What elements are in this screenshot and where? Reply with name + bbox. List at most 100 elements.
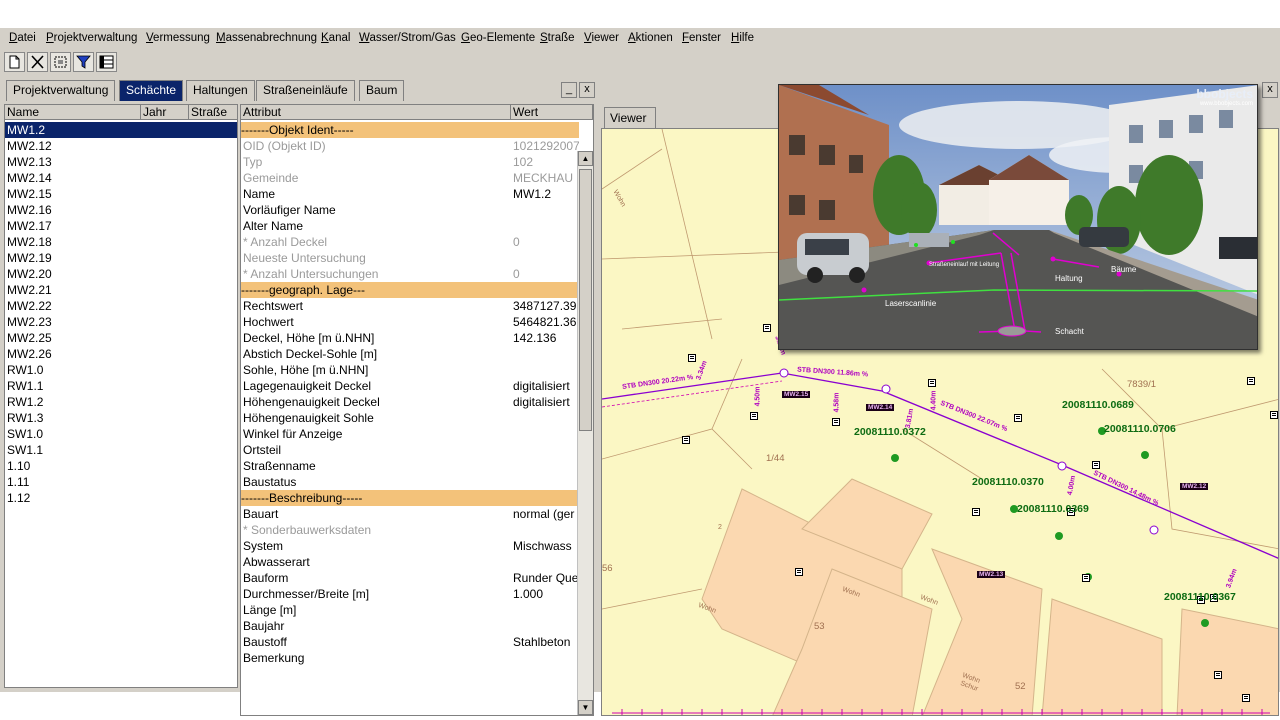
attribute-row[interactable]: Durchmesser/Breite [m] 1.000 <box>241 586 579 602</box>
list-item[interactable]: SW1.1 <box>5 442 237 458</box>
list-item[interactable]: MW2.23 <box>5 314 237 330</box>
tab-schaechte[interactable]: Schächte <box>119 80 184 101</box>
building-icon[interactable] <box>688 354 696 362</box>
attribute-row[interactable]: Bauform Runder Que <box>241 570 579 586</box>
menu-wasser-strom-gas[interactable]: Wasser/Strom/Gas <box>359 32 456 44</box>
attribute-row[interactable]: Höhengenauigkeit Sohle <box>241 410 579 426</box>
attribute-row[interactable]: Länge [m] <box>241 602 579 618</box>
building-icon[interactable] <box>832 418 840 426</box>
attribute-row[interactable]: Gemeinde MECKHAU <box>241 170 579 186</box>
attribute-row[interactable]: System Mischwass <box>241 538 579 554</box>
mw-tag[interactable]: MW2.14 <box>866 404 895 411</box>
building-icon[interactable] <box>763 324 771 332</box>
list-item[interactable]: MW2.22 <box>5 298 237 314</box>
building-icon[interactable] <box>1092 461 1100 469</box>
building-icon[interactable] <box>750 412 758 420</box>
tab-baum[interactable]: Baum <box>359 80 405 101</box>
menu-massenabrechnung[interactable]: Massenabrechnung <box>216 32 317 44</box>
menu-strasse[interactable]: Straße <box>540 32 575 44</box>
attribute-row[interactable]: OID (Objekt ID) 1021292007 <box>241 138 579 154</box>
attribute-row[interactable]: Vorläufiger Name <box>241 202 579 218</box>
building-icon[interactable] <box>682 436 690 444</box>
list-item[interactable]: 1.11 <box>5 474 237 490</box>
attribute-row[interactable]: Neueste Untersuchung <box>241 250 579 266</box>
scroll-thumb[interactable] <box>579 169 592 431</box>
panel-close-button[interactable]: x <box>579 82 595 98</box>
attribute-row[interactable]: Deckel, Höhe [m ü.NHN] 142.136 <box>241 330 579 346</box>
table-icon[interactable] <box>96 52 117 72</box>
list-item[interactable]: MW2.18 <box>5 234 237 250</box>
attribute-row[interactable]: Rechtswert 3487127.39 <box>241 298 579 314</box>
menu-aktionen[interactable]: Aktionen <box>628 32 673 44</box>
column-header-jahr[interactable]: Jahr <box>141 105 189 120</box>
building-icon[interactable] <box>1082 574 1090 582</box>
list-item[interactable]: RW1.0 <box>5 362 237 378</box>
attribute-row[interactable]: Baustatus <box>241 474 579 490</box>
attribute-row[interactable]: Straßenname <box>241 458 579 474</box>
attribute-row[interactable]: * Sonderbauwerksdaten <box>241 522 579 538</box>
list-item[interactable]: MW2.26 <box>5 346 237 362</box>
attribute-row[interactable]: Hochwert 5464821.36 <box>241 314 579 330</box>
list-item[interactable]: MW2.12 <box>5 138 237 154</box>
tab-strasseneinlaeufe[interactable]: Straßeneinläufe <box>256 80 355 101</box>
attribute-row[interactable]: Bemerkung <box>241 650 579 666</box>
column-header-strasse[interactable]: Straße <box>189 105 237 120</box>
panel-minimize-button[interactable]: _ <box>561 82 577 98</box>
attribute-row[interactable]: Höhengenauigkeit Deckel digitalisiert <box>241 394 579 410</box>
menu-vermessung[interactable]: Vermessung <box>146 32 210 44</box>
column-header-name[interactable]: Name <box>5 105 141 120</box>
list-item[interactable]: 1.12 <box>5 490 237 506</box>
attribute-section-header[interactable]: -------Beschreibung----- <box>241 490 579 506</box>
list-item[interactable]: SW1.0 <box>5 426 237 442</box>
menu-viewer[interactable]: Viewer <box>584 32 619 44</box>
list-item[interactable]: RW1.3 <box>5 410 237 426</box>
list-item[interactable]: MW1.2 <box>5 122 237 138</box>
building-icon[interactable] <box>1214 671 1222 679</box>
attribute-row[interactable]: Bauart normal (ger <box>241 506 579 522</box>
close-icon[interactable] <box>27 52 48 72</box>
viewer-close-button[interactable]: x <box>1262 82 1278 98</box>
menu-projektverwaltung[interactable]: Projektverwaltung <box>46 32 137 44</box>
building-icon[interactable] <box>1247 377 1255 385</box>
column-header-attribut[interactable]: Attribut <box>241 105 511 120</box>
column-header-wert[interactable]: Wert <box>511 105 593 120</box>
attribute-row[interactable]: Winkel für Anzeige <box>241 426 579 442</box>
list-item[interactable]: MW2.21 <box>5 282 237 298</box>
list-item[interactable]: MW2.15 <box>5 186 237 202</box>
attribute-section-header[interactable]: -------geograph. Lage--- <box>241 282 579 298</box>
attribute-row[interactable]: Alter Name <box>241 218 579 234</box>
building-icon[interactable] <box>972 508 980 516</box>
menu-hilfe[interactable]: Hilfe <box>731 32 754 44</box>
list-item[interactable]: MW2.13 <box>5 154 237 170</box>
building-icon[interactable] <box>1270 411 1278 419</box>
attribute-row[interactable]: Typ 102 <box>241 154 579 170</box>
tab-viewer[interactable]: Viewer <box>604 107 656 129</box>
attribute-row[interactable]: Lagegenauigkeit Deckel digitalisiert <box>241 378 579 394</box>
select-area-icon[interactable] <box>50 52 71 72</box>
attribute-row[interactable]: * Anzahl Untersuchungen 0 <box>241 266 579 282</box>
menu-kanal[interactable]: Kanal <box>321 32 350 44</box>
list-item[interactable]: MW2.17 <box>5 218 237 234</box>
list-item[interactable]: MW2.19 <box>5 250 237 266</box>
attribute-scrollbar[interactable]: ▲ ▼ <box>577 151 593 715</box>
mw-tag[interactable]: MW2.15 <box>782 391 811 398</box>
menu-geo-elemente[interactable]: Geo-Elemente <box>461 32 535 44</box>
tab-projektverwaltung[interactable]: Projektverwaltung <box>6 80 116 101</box>
scroll-down-icon[interactable]: ▼ <box>578 700 593 715</box>
new-document-icon[interactable] <box>4 52 25 72</box>
list-item[interactable]: RW1.2 <box>5 394 237 410</box>
attribute-row[interactable]: Abwasserart <box>241 554 579 570</box>
attribute-row[interactable]: Name MW1.2 <box>241 186 579 202</box>
scroll-up-icon[interactable]: ▲ <box>578 151 593 166</box>
attribute-row[interactable]: Abstich Deckel-Sohle [m] <box>241 346 579 362</box>
list-item[interactable]: MW2.25 <box>5 330 237 346</box>
menu-datei[interactable]: Datei <box>9 32 36 44</box>
mw-tag[interactable]: MW2.13 <box>977 571 1006 578</box>
list-item[interactable]: MW2.14 <box>5 170 237 186</box>
attribute-section-header[interactable]: -------Objekt Ident----- <box>241 122 579 138</box>
filter-icon[interactable] <box>73 52 94 72</box>
building-icon[interactable] <box>1014 414 1022 422</box>
attribute-row[interactable]: Baustoff Stahlbeton <box>241 634 579 650</box>
attribute-row[interactable]: Baujahr <box>241 618 579 634</box>
mw-tag[interactable]: MW2.12 <box>1180 483 1209 490</box>
